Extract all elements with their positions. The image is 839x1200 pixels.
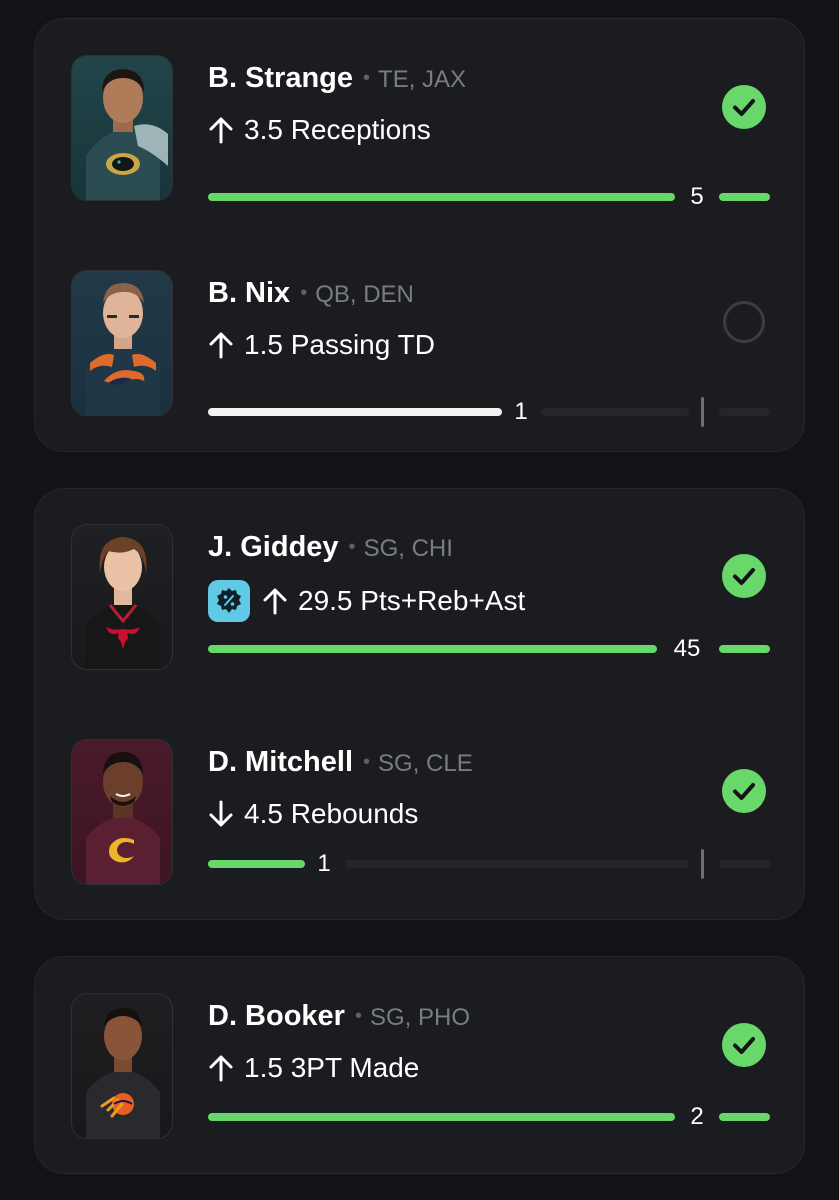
prop-line: 1.5 3PT Made: [208, 1049, 419, 1087]
pick-group-card: D. Booker • SG, PHO 1.5 3PT Made 2: [34, 956, 805, 1174]
player-header: J. Giddey • SG, CHI: [208, 528, 453, 571]
check-circle-icon: [722, 85, 766, 129]
pick-row[interactable]: J. Giddey • SG, CHI 29.5 Pts+Reb+Ast 45: [35, 524, 806, 674]
separator-dot: •: [348, 536, 356, 558]
prop-line-text: 1.5 Passing TD: [244, 329, 435, 360]
position-team: SG, CHI: [363, 535, 453, 562]
pick-group-card: J. Giddey • SG, CHI 29.5 Pts+Reb+Ast 45: [34, 488, 805, 920]
progress-bar-tail: [719, 193, 770, 201]
progress-bar-track: [541, 408, 689, 416]
player-header: B. Strange • TE, JAX: [208, 59, 466, 102]
position-team: SG, CLE: [378, 750, 473, 777]
player-header: B. Nix • QB, DEN: [208, 274, 414, 317]
progress-bar-fill: [208, 1113, 675, 1121]
pick-row[interactable]: D. Mitchell • SG, CLE 4.5 Rebounds 1: [35, 739, 806, 889]
arrow-down-icon: [209, 800, 233, 827]
player-avatar: [71, 739, 173, 885]
pick-row[interactable]: B. Nix • QB, DEN 1.5 Passing TD 1: [35, 270, 806, 427]
separator-dot: •: [300, 282, 308, 304]
player-name: J. Giddey: [208, 531, 339, 563]
player-name: B. Strange: [208, 62, 354, 94]
progress-bar-tail: [719, 1113, 770, 1121]
player-name: D. Booker: [208, 1000, 345, 1032]
player-avatar: [71, 993, 173, 1139]
arrow-up-icon: [209, 1055, 233, 1082]
arrow-up-icon: [209, 332, 233, 359]
check-circle-icon: [722, 554, 766, 598]
position-team: TE, JAX: [378, 66, 467, 93]
player-avatar: [71, 270, 173, 416]
progress-bar-tail: [719, 645, 770, 653]
jaguars-logo: [106, 153, 140, 175]
player-header: D. Mitchell • SG, CLE: [208, 743, 473, 786]
arrow-up-icon: [209, 117, 233, 144]
result-value: 5: [690, 183, 704, 210]
prop-line: 29.5 Pts+Reb+Ast: [208, 580, 525, 622]
check-circle-icon: [722, 769, 766, 813]
empty-circle-icon: [723, 301, 765, 343]
prop-line-text: 29.5 Pts+Reb+Ast: [298, 585, 526, 616]
separator-dot: •: [363, 67, 371, 89]
progress-bar-fill: [208, 408, 502, 416]
player-name: B. Nix: [208, 277, 291, 309]
target-line-marker: [701, 849, 704, 879]
pick-row[interactable]: D. Booker • SG, PHO 1.5 3PT Made 2: [35, 993, 806, 1143]
prop-line: 3.5 Receptions: [208, 111, 431, 149]
player-avatar: [71, 524, 173, 670]
progress-bar-tail: [719, 860, 770, 868]
target-line-marker: [701, 397, 704, 427]
progress-bar-fill: [208, 193, 675, 201]
prop-line-text: 1.5 3PT Made: [244, 1052, 420, 1083]
arrow-up-icon: [263, 588, 287, 615]
prop-line-text: 3.5 Receptions: [244, 114, 431, 145]
check-circle-icon: [722, 1023, 766, 1067]
player-avatar: [71, 55, 173, 201]
progress-bar-track: [345, 860, 689, 868]
pick-group-card: B. Strange • TE, JAX 3.5 Receptions 5 B.…: [34, 18, 805, 452]
result-value: 45: [673, 635, 701, 662]
prop-line: 4.5 Rebounds: [208, 795, 418, 833]
progress-bar-fill: [208, 860, 305, 868]
progress-bar-tail: [719, 408, 770, 416]
prop-line: 1.5 Passing TD: [208, 326, 435, 364]
position-team: SG, PHO: [370, 1004, 471, 1031]
separator-dot: •: [354, 1005, 362, 1027]
separator-dot: •: [363, 751, 371, 773]
position-team: QB, DEN: [315, 281, 414, 308]
result-value: 2: [690, 1103, 704, 1130]
pick-row[interactable]: B. Strange • TE, JAX 3.5 Receptions 5: [35, 55, 806, 210]
result-value: 1: [514, 398, 528, 425]
result-value: 1: [317, 850, 331, 877]
discount-badge-icon[interactable]: [208, 580, 250, 622]
player-header: D. Booker • SG, PHO: [208, 997, 470, 1040]
progress-bar-fill: [208, 645, 657, 653]
prop-line-text: 4.5 Rebounds: [244, 798, 419, 829]
player-name: D. Mitchell: [208, 746, 354, 778]
